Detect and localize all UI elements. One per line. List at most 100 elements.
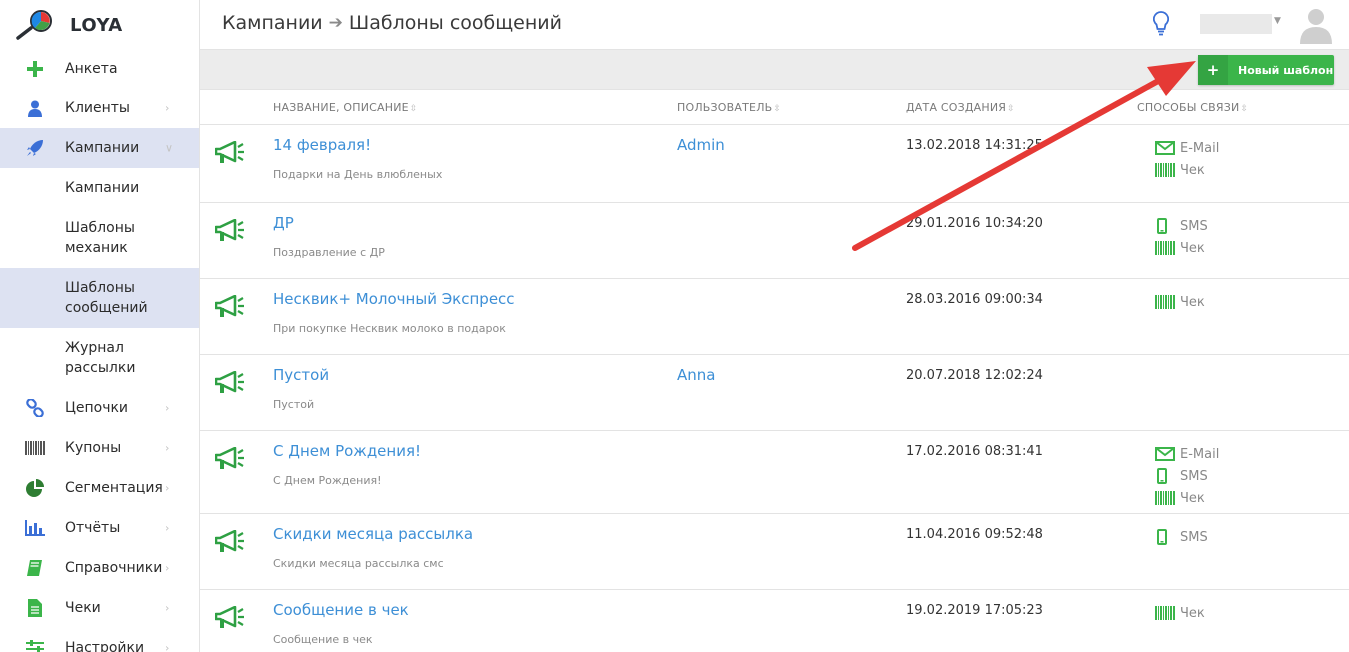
channels-list: SMS [1155, 526, 1208, 548]
sliders-icon [24, 637, 46, 652]
user-icon [24, 97, 46, 119]
sidebar-item-label: Купоны [65, 440, 122, 456]
sidebar-item-campaigns[interactable]: Кампании ∨ [0, 128, 199, 168]
table-row[interactable]: Сообщение в чек Сообщение в чек 19.02.2019… [200, 590, 1349, 652]
channel-label: SMS [1180, 468, 1208, 484]
sidebar-item-label: Настройки [65, 640, 145, 652]
table-header: НАЗВАНИЕ, ОПИСАНИЕ⇳ ПОЛЬЗОВАТЕЛЬ⇳ ДАТА С… [200, 90, 1349, 125]
channel-item: Чек [1155, 291, 1205, 313]
sidebar-item-segmentation[interactable]: Сегментация › [0, 468, 199, 508]
template-name-link[interactable]: Скидки месяца рассылка [273, 525, 473, 543]
breadcrumb-parent[interactable]: Кампании [222, 12, 323, 34]
sort-icon: ⇳ [409, 104, 418, 114]
mobile-phone-icon [1155, 218, 1180, 234]
column-header-channels[interactable]: СПОСОБЫ СВЯЗИ⇳ [1137, 101, 1248, 114]
sidebar-item-coupons[interactable]: Купоны › [0, 428, 199, 468]
sidebar-item-references[interactable]: Справочники › [0, 548, 199, 588]
sidebar-item-anketa[interactable]: Анкета [0, 50, 199, 88]
sidebar-subitem-campaigns[interactable]: Кампании [0, 168, 199, 208]
channels-list: E-Mail SMS Чек [1155, 443, 1219, 509]
table-row[interactable]: С Днем Рождения! С Днем Рождения! 17.02.20… [200, 431, 1349, 514]
megaphone-icon [214, 294, 245, 323]
template-name-link[interactable]: 14 февраля! [273, 136, 371, 154]
user-name-redacted[interactable] [1200, 14, 1272, 34]
mobile-phone-icon [1155, 468, 1180, 484]
template-name-link[interactable]: Сообщение в чек [273, 601, 409, 619]
sidebar-item-label: Отчёты [65, 520, 121, 536]
megaphone-icon [214, 140, 245, 169]
megaphone-icon [214, 446, 245, 475]
logo-icon [16, 10, 52, 40]
table-row[interactable]: Скидки месяца рассылка Скидки месяца расс… [200, 514, 1349, 590]
sidebar-subitem-label-line2: рассылки [65, 360, 136, 376]
template-user-link[interactable]: Anna [677, 366, 715, 384]
sidebar-item-settings[interactable]: Настройки › [0, 628, 199, 652]
chevron-right-icon: › [165, 101, 170, 115]
template-description: Скидки месяца рассылка смс [273, 557, 444, 570]
template-user-link[interactable]: Admin [677, 136, 725, 154]
template-created-date: 13.02.2018 14:31:25 [906, 138, 1043, 153]
template-description: Подарки на День влюбленых [273, 168, 443, 181]
sidebar-item-label: Справочники [65, 560, 163, 576]
sidebar-subitem-label-line2: механик [65, 240, 128, 256]
sidebar-item-label: Клиенты [65, 100, 130, 116]
template-name-link[interactable]: С Днем Рождения! [273, 442, 421, 460]
sidebar-item-label: Сегментация [65, 480, 163, 496]
table-body: 14 февраля! Подарки на День влюбленых Admi… [200, 125, 1349, 652]
chevron-right-icon: › [165, 441, 170, 455]
template-created-date: 29.01.2016 10:34:20 [906, 216, 1043, 231]
megaphone-icon [214, 218, 245, 247]
sidebar-subitem-message-templates[interactable]: Шаблоны сообщений [0, 268, 199, 328]
breadcrumb-current: Шаблоны сообщений [348, 12, 562, 34]
sidebar-subitem-mechanic-templates[interactable]: Шаблоны механик [0, 208, 199, 268]
sidebar-item-label: Чеки [65, 600, 101, 616]
table-row[interactable]: ДР Поздравление с ДР 29.01.2016 10:34:20 SM… [200, 203, 1349, 279]
channel-label: E-Mail [1180, 446, 1220, 462]
channel-label: Чек [1180, 605, 1205, 621]
plus-icon: + [1198, 55, 1228, 85]
channels-list: Чек [1155, 602, 1205, 624]
toolbar: + Новый шаблон [200, 50, 1349, 90]
template-name-link[interactable]: Пустой [273, 366, 329, 384]
column-header-name[interactable]: НАЗВАНИЕ, ОПИСАНИЕ⇳ [273, 101, 418, 114]
barcode-icon [1155, 163, 1180, 177]
sidebar-item-chains[interactable]: Цепочки › [0, 388, 199, 428]
channels-list: Чек [1155, 291, 1205, 313]
channel-item: Чек [1155, 602, 1205, 624]
sidebar-item-reports[interactable]: Отчёты › [0, 508, 199, 548]
top-header: Кампании ➔ Шаблоны сообщений ▼ [200, 0, 1349, 50]
channel-label: SMS [1180, 529, 1208, 545]
sidebar-subitem-mailing-log[interactable]: Журнал рассылки [0, 328, 199, 388]
chain-icon [24, 397, 46, 419]
chevron-right-icon: › [165, 641, 170, 652]
table-row[interactable]: Пустой Пустой Anna 20.07.2018 12:02:24 [200, 355, 1349, 431]
sidebar-item-clients[interactable]: Клиенты › [0, 88, 199, 128]
chevron-right-icon: › [165, 481, 170, 495]
chevron-right-icon: › [165, 561, 170, 575]
avatar[interactable] [1298, 6, 1334, 44]
template-created-date: 11.04.2016 09:52:48 [906, 527, 1043, 542]
pie-chart-icon [24, 477, 46, 499]
lightbulb-icon[interactable] [1152, 11, 1170, 41]
column-header-date[interactable]: ДАТА СОЗДАНИЯ⇳ [906, 101, 1015, 114]
caret-down-icon[interactable]: ▼ [1274, 16, 1281, 26]
sidebar-item-receipts[interactable]: Чеки › [0, 588, 199, 628]
chevron-right-icon: › [165, 401, 170, 415]
barcode-icon [1155, 491, 1180, 505]
sidebar-item-label: Анкета [65, 61, 118, 77]
channel-item: Чек [1155, 237, 1208, 259]
template-created-date: 20.07.2018 12:02:24 [906, 368, 1043, 383]
column-header-user[interactable]: ПОЛЬЗОВАТЕЛЬ⇳ [677, 101, 781, 114]
mobile-phone-icon [1155, 529, 1180, 545]
channel-label: Чек [1180, 294, 1205, 310]
logo[interactable]: LOYA [0, 0, 199, 50]
channels-list: SMS Чек [1155, 215, 1208, 259]
templates-table: НАЗВАНИЕ, ОПИСАНИЕ⇳ ПОЛЬЗОВАТЕЛЬ⇳ ДАТА С… [200, 90, 1349, 652]
new-template-button[interactable]: + Новый шаблон [1198, 55, 1334, 85]
table-row[interactable]: Несквик+ Молочный Экспресс При покупке Не… [200, 279, 1349, 355]
channel-label: SMS [1180, 218, 1208, 234]
template-name-link[interactable]: ДР [273, 214, 294, 232]
table-row[interactable]: 14 февраля! Подарки на День влюбленых Admi… [200, 125, 1349, 203]
sort-icon: ⇳ [1240, 104, 1249, 114]
template-name-link[interactable]: Несквик+ Молочный Экспресс [273, 290, 515, 308]
